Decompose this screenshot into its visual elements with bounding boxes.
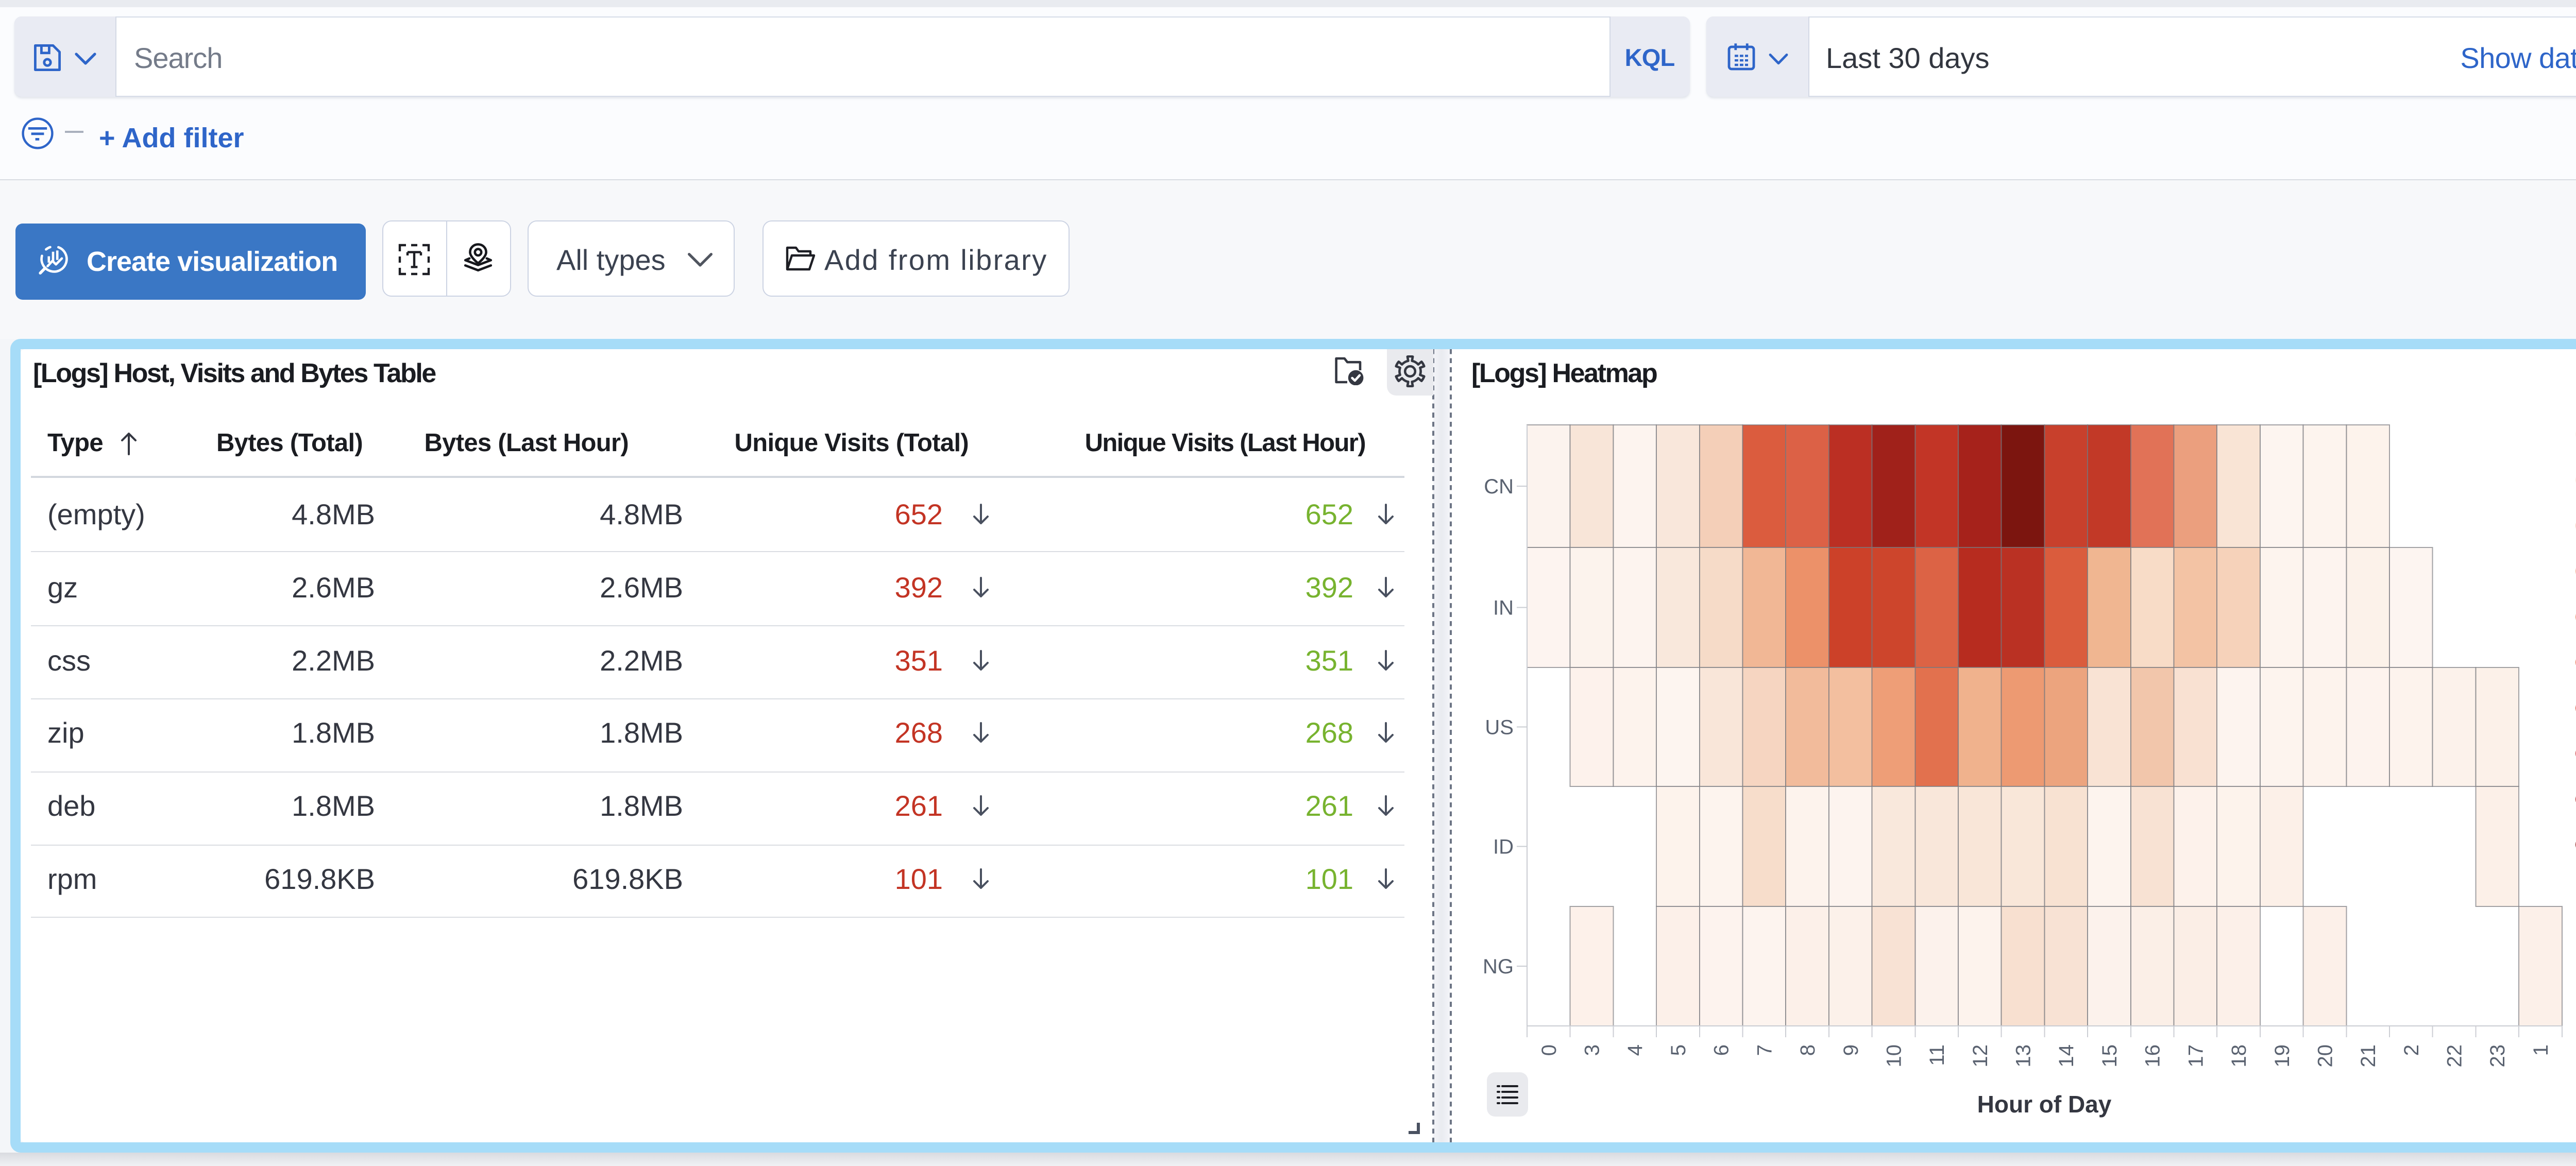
svg-text:11: 11 [1926, 1044, 1948, 1066]
svg-text:Hour of Day: Hour of Day [1977, 1091, 2112, 1118]
svg-text:12: 12 [1969, 1044, 1992, 1068]
svg-text:6: 6 [1710, 1044, 1733, 1056]
svg-text:22: 22 [2444, 1044, 2466, 1068]
svg-text:15: 15 [2098, 1044, 2121, 1068]
svg-text:ID: ID [1493, 836, 1514, 859]
svg-text:5: 5 [1667, 1044, 1690, 1056]
svg-text:17: 17 [2184, 1044, 2207, 1068]
svg-text:18: 18 [2228, 1044, 2250, 1068]
svg-text:2: 2 [2400, 1044, 2423, 1056]
svg-text:16: 16 [2142, 1044, 2164, 1068]
svg-text:NG: NG [1483, 955, 1514, 978]
svg-text:1: 1 [2530, 1044, 2552, 1056]
svg-text:21: 21 [2357, 1044, 2380, 1068]
svg-text:0: 0 [1538, 1044, 1561, 1056]
svg-text:10: 10 [1883, 1044, 1905, 1068]
svg-text:US: US [1485, 716, 1514, 739]
svg-text:19: 19 [2271, 1044, 2294, 1068]
svg-text:20: 20 [2314, 1044, 2336, 1068]
svg-text:3: 3 [1581, 1044, 1604, 1056]
svg-text:23: 23 [2486, 1044, 2509, 1068]
svg-text:IN: IN [1493, 597, 1514, 620]
svg-text:CN: CN [1484, 475, 1514, 498]
svg-text:4: 4 [1624, 1044, 1647, 1056]
svg-text:8: 8 [1797, 1044, 1819, 1056]
svg-text:13: 13 [2012, 1044, 2035, 1068]
svg-text:7: 7 [1753, 1044, 1776, 1056]
svg-text:9: 9 [1840, 1044, 1862, 1056]
svg-text:14: 14 [2055, 1044, 2078, 1068]
